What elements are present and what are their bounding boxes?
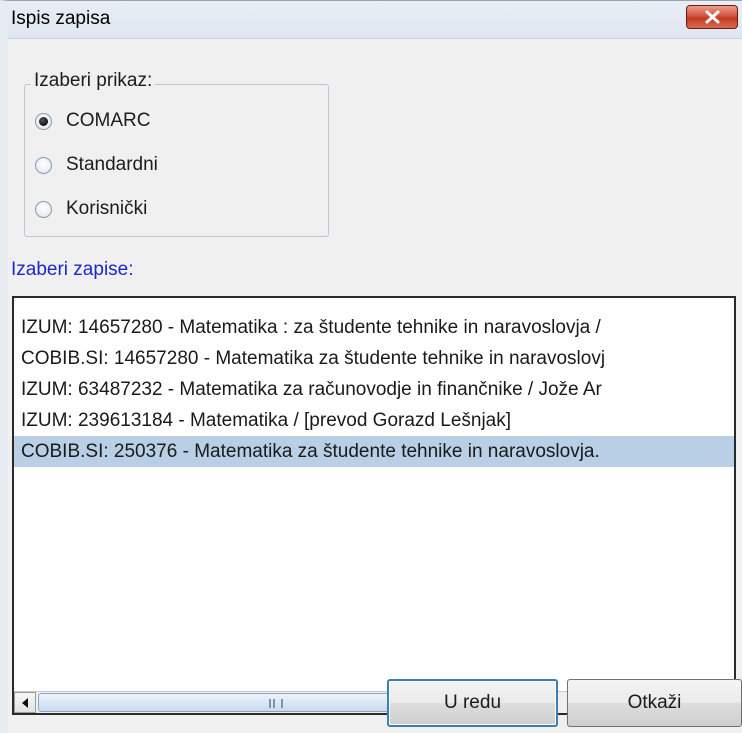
arrow-left-icon [22,698,28,708]
radio-label-korisnicki: Korisnički [66,198,148,219]
records-label: Izaberi zapise: [11,259,134,280]
display-options-legend: Izaberi prikaz: [31,70,156,92]
ok-button[interactable]: U redu [387,679,558,727]
list-item[interactable]: IZUM: 63487232 - Matematika za računovod… [14,374,734,405]
scroll-grip-icon [269,699,283,708]
radio-button-icon[interactable] [35,201,52,218]
dialog-window: Ispis zapisa Izaberi prikaz: COMARC Stan… [0,0,742,733]
radio-button-icon[interactable] [35,113,52,130]
records-listbox[interactable]: IZUM: 14657280 - Matematika : za študent… [12,296,736,715]
radio-button-icon[interactable] [35,157,52,174]
title-bar[interactable]: Ispis zapisa [0,0,742,39]
scroll-left-button[interactable] [14,692,36,713]
list-item-selected[interactable]: COBIB.SI: 250376 - Matematika za študent… [14,436,734,467]
radio-label-comarc: COMARC [66,110,151,131]
radio-label-standardni: Standardni [66,154,158,175]
radio-selected-dot [39,117,48,126]
list-item[interactable]: IZUM: 239613184 - Matematika / [prevod G… [14,405,734,436]
close-button[interactable] [686,5,738,29]
list-item[interactable]: COBIB.SI: 14657280 - Matematika za štude… [14,343,734,374]
list-item[interactable]: IZUM: 14657280 - Matematika : za študent… [14,312,734,343]
records-list: IZUM: 14657280 - Matematika : za študent… [14,312,734,467]
dialog-title: Ispis zapisa [11,8,111,29]
cancel-button[interactable]: Otkaži [567,679,742,727]
close-x-icon [705,10,720,24]
